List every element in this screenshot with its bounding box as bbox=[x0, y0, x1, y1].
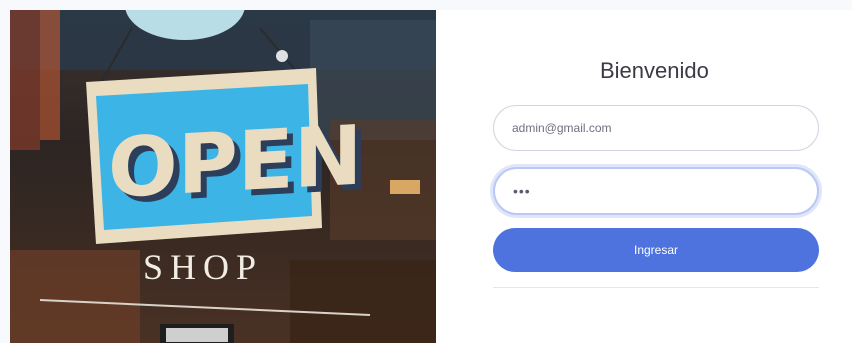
welcome-title: Bienvenido bbox=[600, 58, 709, 83]
email-value: admin@gmail.com bbox=[512, 121, 612, 135]
password-field[interactable]: ••• bbox=[493, 167, 819, 215]
shop-text: SHOP bbox=[142, 247, 264, 287]
login-form: Bienvenido admin@gmail.com ••• Ingresar bbox=[436, 10, 852, 343]
email-field[interactable]: admin@gmail.com bbox=[493, 105, 819, 151]
password-value: ••• bbox=[513, 183, 531, 199]
submit-button[interactable]: Ingresar bbox=[493, 228, 819, 272]
open-sign-photo: OPEN OPEN SHOP bbox=[10, 10, 436, 343]
photo-illustration: OPEN OPEN bbox=[10, 10, 436, 343]
login-card: OPEN OPEN SHOP Bienvenido admin@gmail.co… bbox=[10, 10, 852, 343]
page-background: OPEN OPEN SHOP Bienvenido admin@gmail.co… bbox=[0, 0, 852, 343]
svg-text:OPEN: OPEN bbox=[108, 109, 362, 217]
form-divider bbox=[493, 287, 819, 288]
